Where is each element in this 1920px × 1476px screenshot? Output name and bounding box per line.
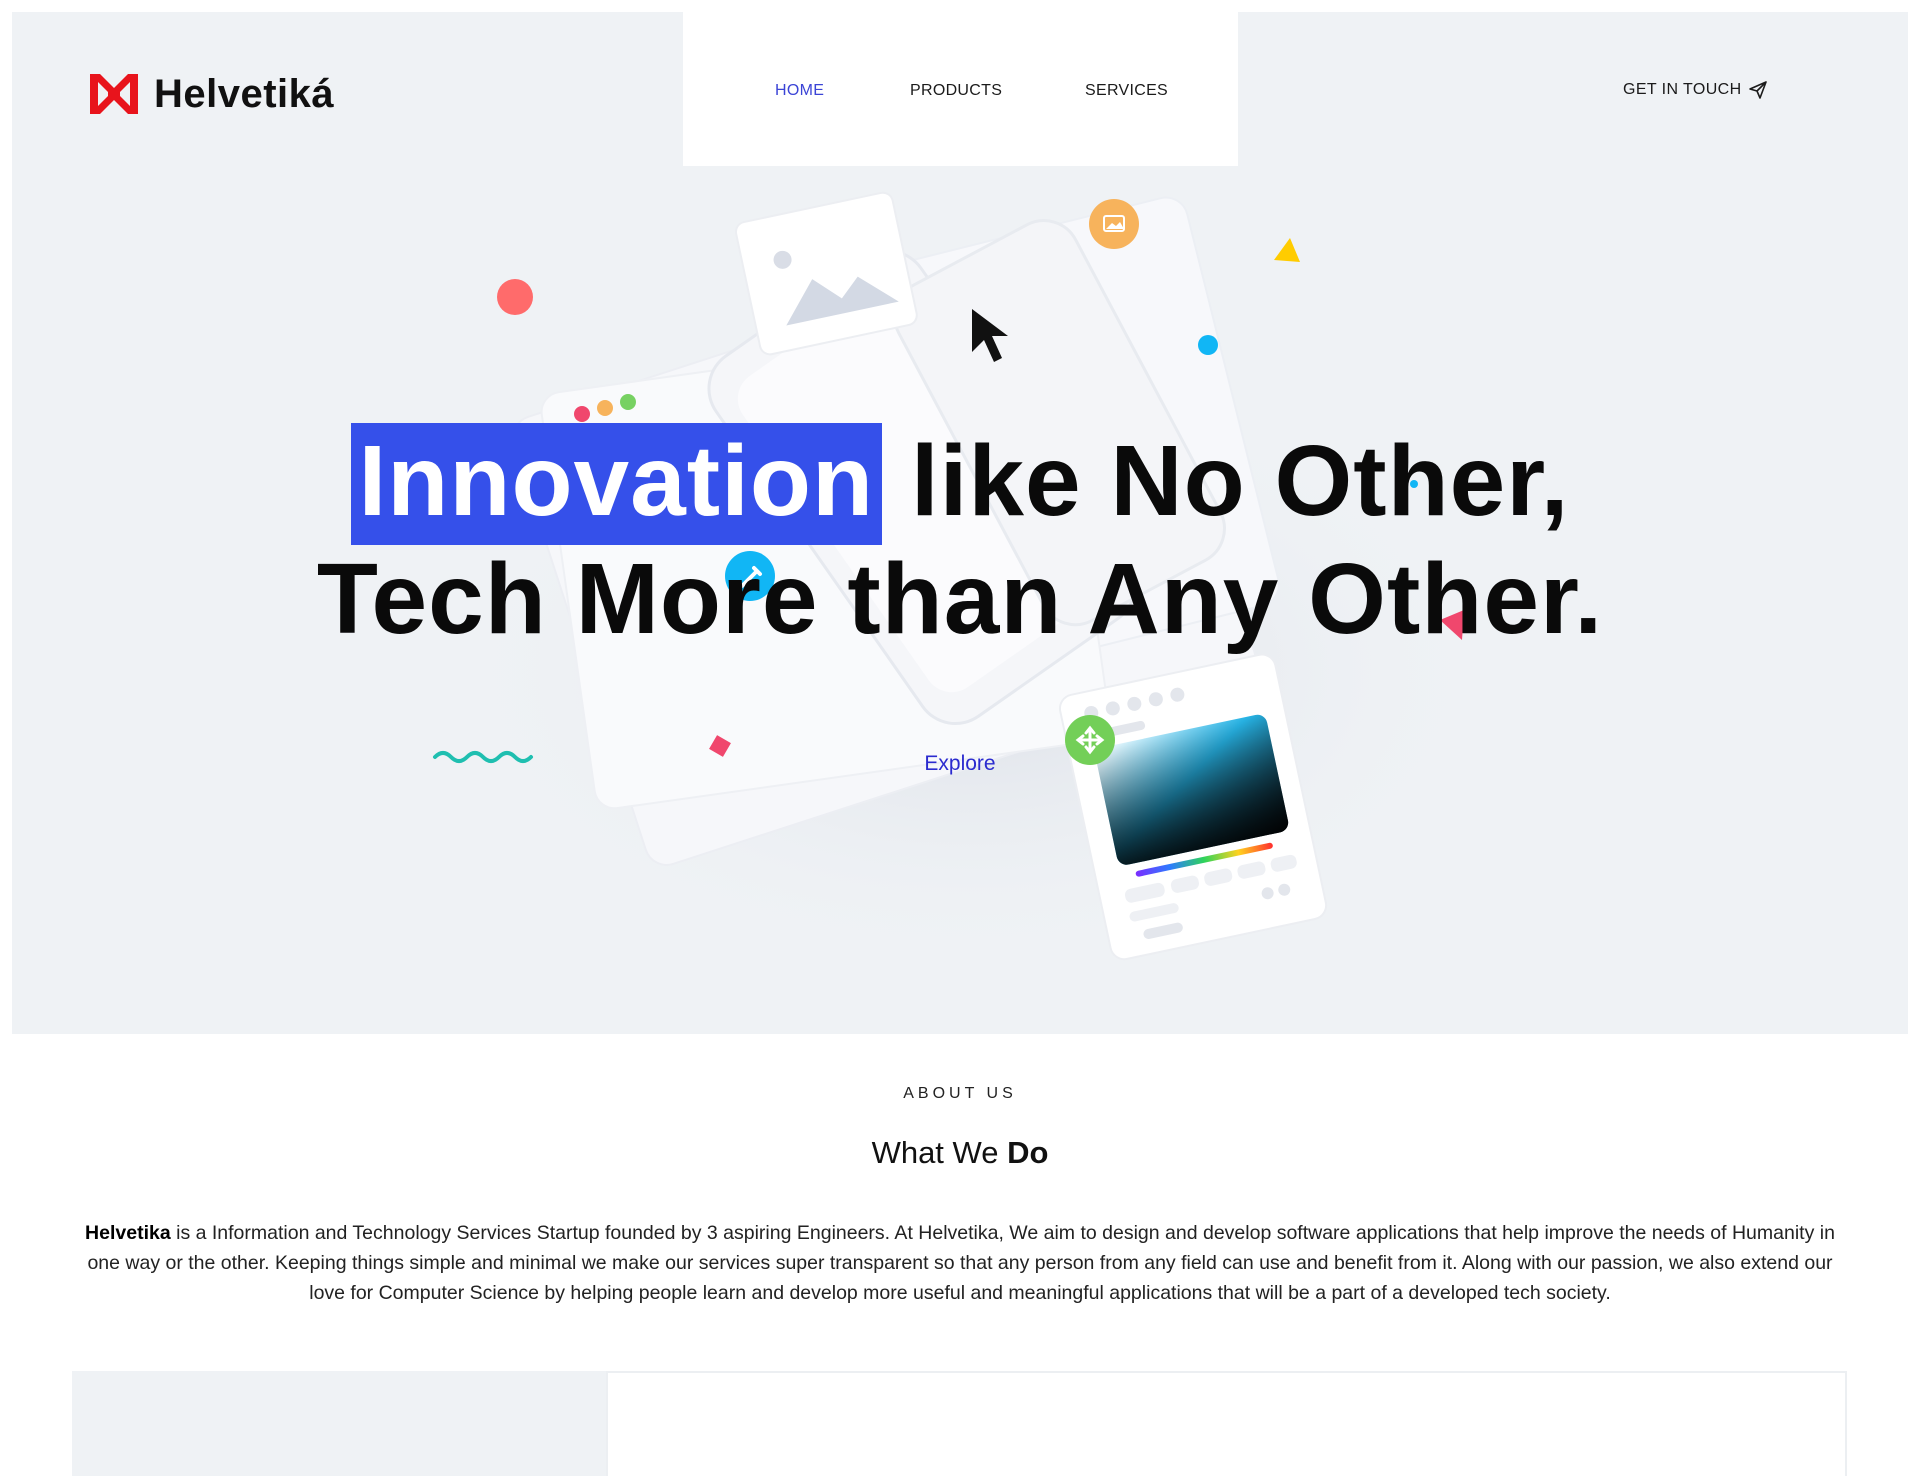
about-title-bold: Do [1007,1135,1049,1170]
nav-home-link[interactable]: HOME [775,82,824,100]
hero-section: HOME PRODUCTS SERVICES Helvetiká GET IN … [12,12,1908,1034]
window-dot-yellow [597,400,613,416]
headline-line-2: Tech More than Any Other. [316,543,1604,655]
window-dot-red [574,406,590,422]
get-in-touch-button[interactable]: GET IN TOUCH [1623,80,1768,100]
blue-dot-decoration [1198,335,1218,355]
window-dot-green [620,394,636,410]
nav-products-link[interactable]: PRODUCTS [910,82,1002,100]
get-in-touch-label: GET IN TOUCH [1623,81,1742,98]
about-body-brand: Helvetika [85,1222,171,1244]
about-body-text: is a Information and Technology Services… [87,1222,1835,1304]
main-nav: HOME PRODUCTS SERVICES [683,12,1238,166]
headline-line-1-rest: like No Other, [882,425,1570,537]
brand-name: Helvetiká [154,71,335,116]
hero-headline: Innovation like No Other, Tech More than… [12,422,1908,658]
yellow-triangle-decoration [1274,238,1300,262]
headline-line-1: Innovation like No Other, [12,422,1908,545]
brand-logo[interactable]: Helvetiká [90,72,334,116]
feature-image-panel [72,1371,606,1476]
nav-services-link[interactable]: SERVICES [1085,82,1168,100]
about-eyebrow: ABOUT US [903,1085,1017,1102]
feature-content-panel [606,1371,1847,1476]
about-title: What We Do [0,1135,1920,1171]
helvetika-h-logo-icon [90,74,138,114]
explore-link[interactable]: Explore [12,752,1908,776]
image-badge-icon [1089,199,1139,249]
about-title-regular: What We [871,1135,1008,1170]
about-description: Helvetika is a Information and Technolog… [80,1218,1840,1308]
paper-plane-icon [1748,81,1767,99]
red-dot-decoration [497,279,533,315]
headline-highlight: Innovation [350,423,883,545]
